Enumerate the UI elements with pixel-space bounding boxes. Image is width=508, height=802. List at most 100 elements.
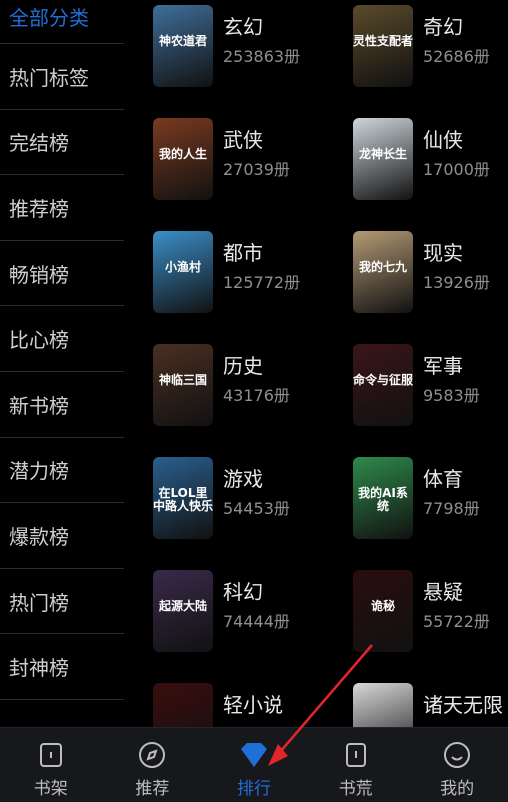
category-count: 27039册 <box>223 160 290 179</box>
category-item[interactable]: 在LOL里中路人快乐 游戏 54453册 <box>153 457 333 547</box>
category-count: 9583册 <box>423 386 480 405</box>
category-item[interactable]: 轻小说 <box>153 683 333 728</box>
tab-label: 排行 <box>236 779 271 799</box>
book-cover-title: 神农道君 <box>158 34 207 48</box>
book-cover: 灵性支配者 <box>353 5 413 87</box>
sidebar-item-potential-rank[interactable]: 潜力榜 <box>0 438 124 504</box>
tab-label: 书架 <box>33 779 68 799</box>
category-count: 52686册 <box>423 47 490 66</box>
category-count: 125772册 <box>223 273 301 292</box>
book-cover-title: 我的人生 <box>158 147 207 161</box>
category-name: 仙侠 <box>423 128 463 152</box>
book-cover <box>353 683 413 728</box>
category-name: 诸天无限 <box>423 693 503 717</box>
book-cover: 神农道君 <box>153 5 213 87</box>
category-name: 体育 <box>423 467 463 491</box>
book-cover: 在LOL里中路人快乐 <box>153 457 213 539</box>
category-count: 7798册 <box>423 499 480 518</box>
compass-icon <box>139 742 166 768</box>
book-cover-title: 我的七九 <box>358 260 407 274</box>
book-cover: 神临三国 <box>153 344 213 426</box>
category-name: 军事 <box>423 354 463 378</box>
sidebar-item-label: 潜力榜 <box>9 459 69 484</box>
tab-book-shortage[interactable]: 书荒 <box>305 728 407 802</box>
category-count: 17000册 <box>423 160 490 179</box>
book-cover: 命令与征服 <box>353 344 413 426</box>
tab-ranking[interactable]: 排行 <box>203 728 305 802</box>
book-cover-title: 小渔村 <box>164 260 201 274</box>
category-name: 轻小说 <box>223 693 283 717</box>
sidebar-item-recommend-rank[interactable]: 推荐榜 <box>0 175 124 241</box>
category-count: 43176册 <box>223 386 290 405</box>
category-name: 都市 <box>223 241 263 265</box>
category-item[interactable]: 诸天无限 <box>353 683 508 728</box>
sidebar-item-label: 全部分类 <box>9 6 89 30</box>
book-cover-title: 在LOL里中路人快乐 <box>153 486 213 513</box>
category-item[interactable]: 灵性支配者 奇幻 52686册 <box>353 5 508 95</box>
book-cover-title: 命令与征服 <box>353 373 413 387</box>
category-item[interactable]: 我的七九 现实 13926册 <box>353 231 508 321</box>
book-cover-title: 诡秘 <box>370 599 395 613</box>
category-count: 54453册 <box>223 499 290 518</box>
book-cover-title: 龙神长生 <box>358 147 407 161</box>
category-item[interactable]: 我的人生 武侠 27039册 <box>153 118 333 208</box>
category-name: 奇幻 <box>423 15 463 39</box>
sidebar-item-label: 封神榜 <box>9 656 69 681</box>
category-name: 悬疑 <box>423 580 463 604</box>
sidebar-item-hot-tags[interactable]: 热门标签 <box>0 44 124 110</box>
diamond-icon <box>240 743 267 767</box>
sidebar-item-heart-rank[interactable]: 比心榜 <box>0 306 124 372</box>
category-name: 武侠 <box>223 128 263 152</box>
tab-mine[interactable]: 我的 <box>406 728 508 802</box>
sidebar-item-completed-rank[interactable]: 完结榜 <box>0 110 124 176</box>
tab-recommend[interactable]: 推荐 <box>102 728 204 802</box>
book-cover-title: 灵性支配者 <box>353 34 413 48</box>
book-icon <box>345 743 366 767</box>
category-count: 55722册 <box>423 612 490 631</box>
category-name: 玄幻 <box>223 15 263 39</box>
category-count: 13926册 <box>423 273 490 292</box>
category-item[interactable]: 小渔村 都市 125772册 <box>153 231 333 321</box>
sidebar-item-label: 完结榜 <box>9 131 69 156</box>
category-count: 253863册 <box>223 47 301 66</box>
sidebar-item-hit-rank[interactable]: 爆款榜 <box>0 503 124 569</box>
book-cover: 诡秘 <box>353 570 413 652</box>
sidebar-item-label: 新书榜 <box>9 393 69 418</box>
sidebar-item-popular-rank[interactable]: 热门榜 <box>0 569 124 635</box>
category-item[interactable]: 诡秘 悬疑 55722册 <box>353 570 508 660</box>
sidebar-item-bestseller-rank[interactable]: 畅销榜 <box>0 241 124 307</box>
category-item[interactable]: 神农道君 玄幻 253863册 <box>153 5 333 95</box>
sidebar-item-label: 畅销榜 <box>9 262 69 287</box>
category-item[interactable]: 龙神长生 仙侠 17000册 <box>353 118 508 208</box>
book-cover-title: 神临三国 <box>158 373 207 387</box>
sidebar-item-label: 比心榜 <box>9 328 69 353</box>
book-cover: 龙神长生 <box>353 118 413 200</box>
bookshelf-icon <box>39 743 62 767</box>
book-cover-title: 起源大陆 <box>158 599 207 613</box>
category-name: 科幻 <box>223 580 263 604</box>
sidebar-item-all-categories[interactable]: 全部分类 <box>0 0 124 44</box>
book-cover: 我的七九 <box>353 231 413 313</box>
tab-label: 推荐 <box>135 779 170 799</box>
book-cover: 我的人生 <box>153 118 213 200</box>
category-item[interactable]: 命令与征服 军事 9583册 <box>353 344 508 434</box>
book-cover-title: 我的AI系统 <box>358 486 408 513</box>
tab-label: 书荒 <box>338 779 373 799</box>
sidebar-item-label: 爆款榜 <box>9 524 69 549</box>
bottom-tab-bar: 书架 推荐 排行 书荒 我的 <box>0 727 508 802</box>
category-count: 74444册 <box>223 612 290 631</box>
smile-icon <box>444 742 471 768</box>
sidebar-item-new-book-rank[interactable]: 新书榜 <box>0 372 124 438</box>
tab-bookshelf[interactable]: 书架 <box>0 728 102 802</box>
sidebar-item-label: 热门标签 <box>9 65 89 90</box>
category-item[interactable]: 我的AI系统 体育 7798册 <box>353 457 508 547</box>
tab-label: 我的 <box>440 779 475 799</box>
category-item[interactable]: 起源大陆 科幻 74444册 <box>153 570 333 660</box>
book-cover: 我的AI系统 <box>353 457 413 539</box>
sidebar-item-legend-rank[interactable]: 封神榜 <box>0 634 124 700</box>
book-cover: 起源大陆 <box>153 570 213 652</box>
book-cover: 小渔村 <box>153 231 213 313</box>
category-sidebar: 全部分类 热门标签 完结榜 推荐榜 畅销榜 比心榜 新书榜 潜力榜 爆款榜 热门… <box>0 0 124 728</box>
category-item[interactable]: 神临三国 历史 43176册 <box>153 344 333 434</box>
sidebar-item-label: 推荐榜 <box>9 196 69 221</box>
